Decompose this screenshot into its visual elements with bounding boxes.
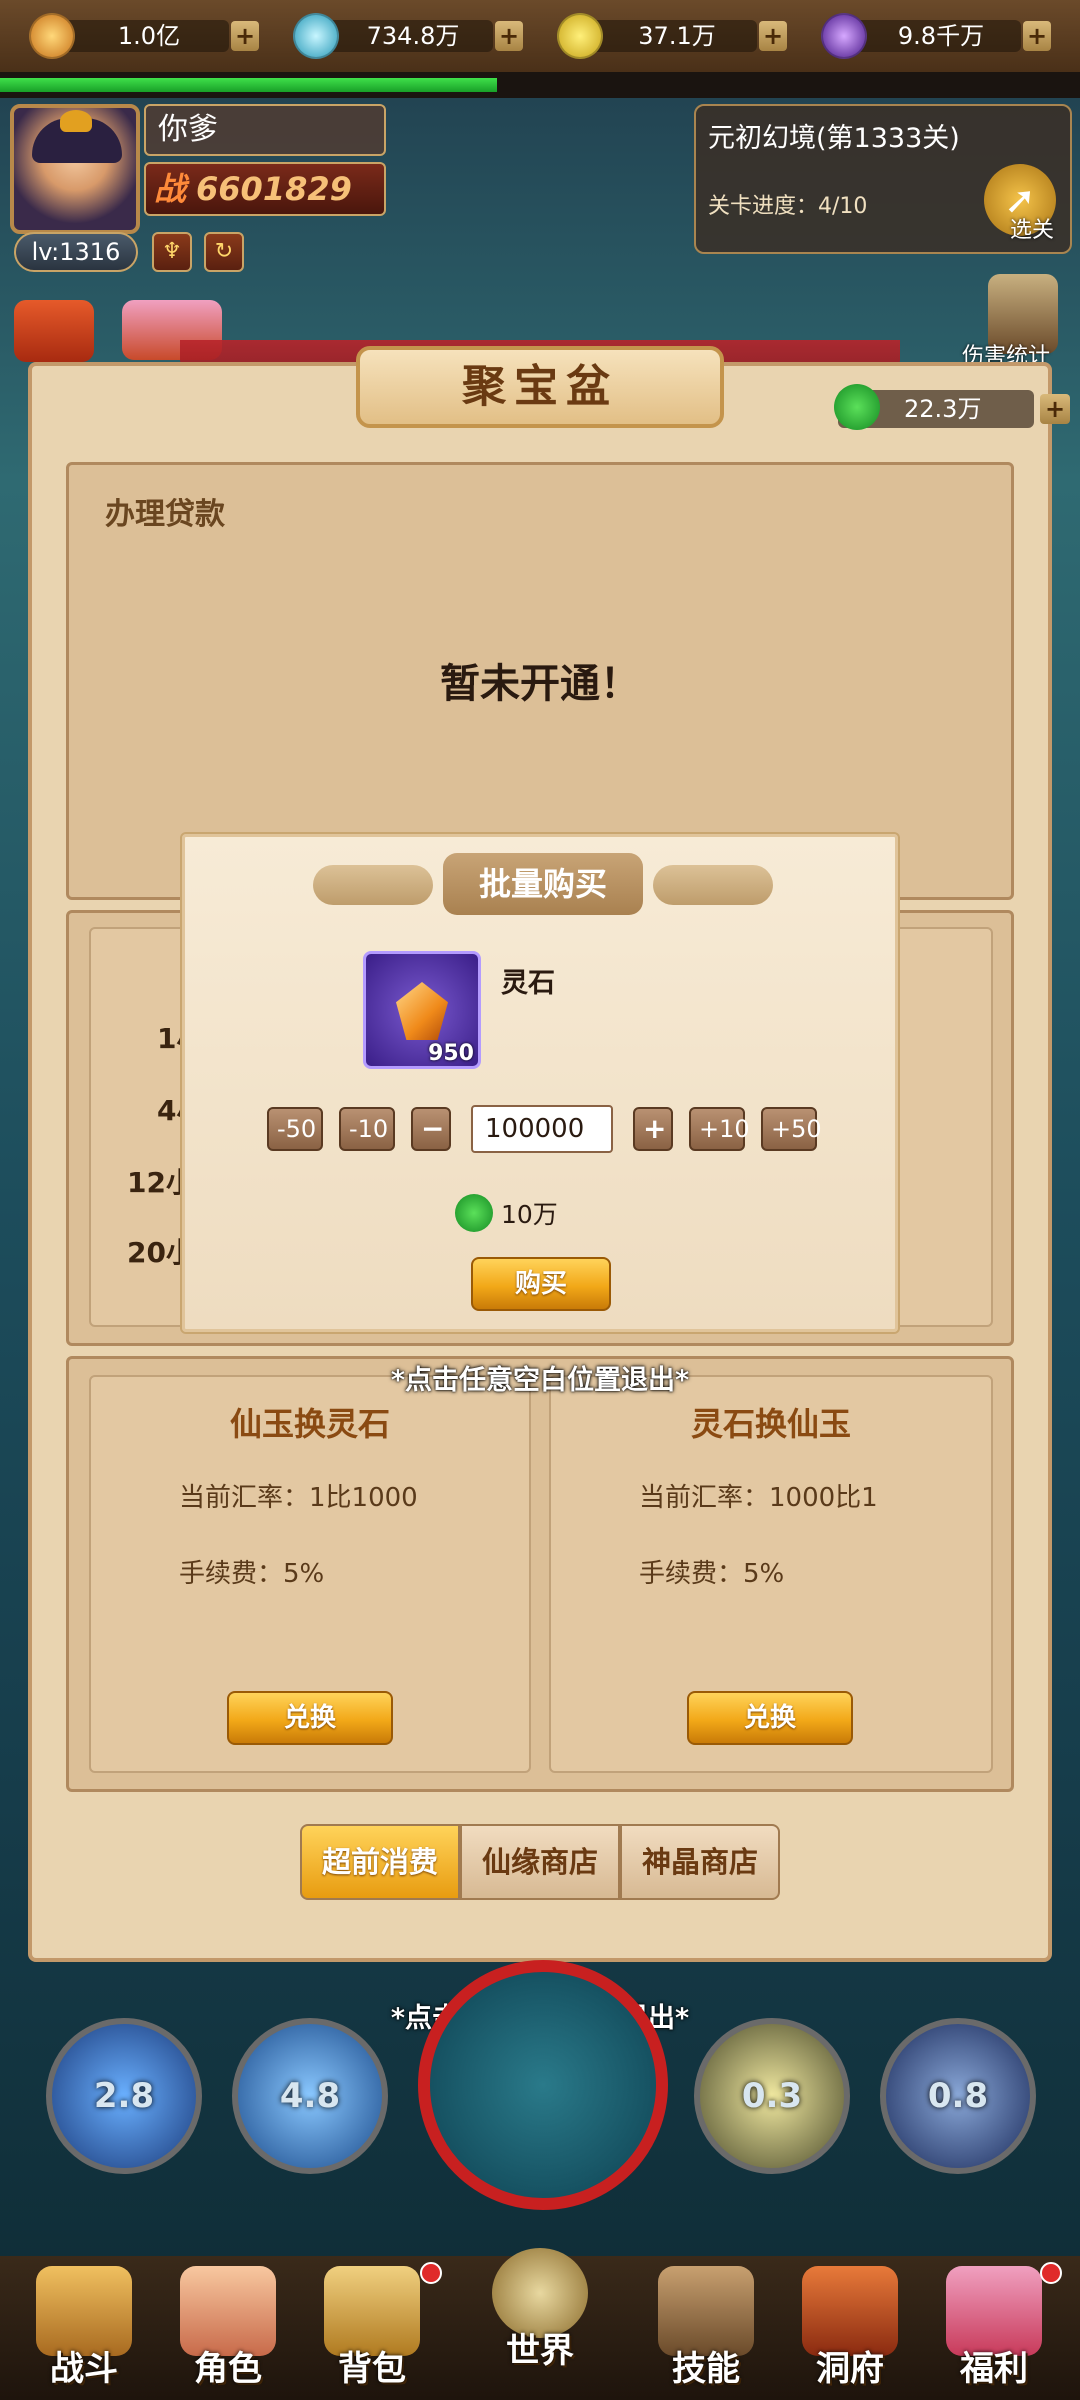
shop-tabs: 超前消费 仙缘商店 神晶商店 <box>300 1824 780 1900</box>
nav-character[interactable]: 角色 <box>158 2266 298 2396</box>
nav-welfare-label: 福利 <box>960 2349 1028 2389</box>
resource-bar: 1.0亿 + 734.8万 + 37.1万 + 9.8千万 + <box>0 0 1080 72</box>
exchange-jade-to-stone: 仙玉换灵石 当前汇率：1比1000 手续费：5% 兑换 <box>89 1375 531 1773</box>
refresh-icon: ↻ <box>214 239 234 264</box>
stage-panel: 元初幻境(第1333关) 关卡进度：4/10 ➚ 选关 <box>694 104 1072 254</box>
add-currency-button[interactable]: + <box>1040 394 1070 424</box>
dialog-title: 批量购买 <box>443 853 643 915</box>
resource-purple-value: 9.8千万 <box>841 20 1021 52</box>
tab-advance-spending[interactable]: 超前消费 <box>300 1824 460 1900</box>
gift-icon[interactable] <box>14 300 94 362</box>
nav-skills-label: 技能 <box>672 2349 740 2389</box>
exp-bar-fill <box>0 78 497 92</box>
nav-skills[interactable]: 技能 <box>636 2266 776 2396</box>
refresh-button[interactable]: ↻ <box>204 232 244 272</box>
price-row: 10万 <box>455 1193 558 1233</box>
resource-gold: 1.0亿 + <box>29 13 259 59</box>
player-name: 你爹 <box>144 104 386 156</box>
resource-spirit: 734.8万 + <box>293 13 523 59</box>
buy-button[interactable]: 购买 <box>471 1257 611 1311</box>
guild-button[interactable]: ♆ <box>152 232 192 272</box>
stage-progress: 关卡进度：4/10 <box>708 194 868 219</box>
exchange-right-title: 灵石换仙玉 <box>690 1405 851 1443</box>
purple-orb-icon <box>821 13 867 59</box>
skill-slot-3[interactable]: 0.3 <box>694 2018 850 2174</box>
nav-cave[interactable]: 洞府 <box>780 2266 920 2396</box>
panel-currency: 22.3万 + <box>834 384 1070 430</box>
plus-50-button[interactable]: +50 <box>761 1107 822 1151</box>
item-name: 灵石 <box>501 968 555 999</box>
exchange-stone-to-jade: 灵石换仙玉 当前汇率：1000比1 手续费：5% 兑换 <box>549 1375 993 1773</box>
resource-ruyi: 37.1万 + <box>557 13 787 59</box>
jade-coin-icon <box>834 384 880 430</box>
total-price: 10万 <box>501 1200 558 1229</box>
hero-portrait[interactable] <box>418 1960 668 2210</box>
skill-slot-4[interactable]: 0.8 <box>880 2018 1036 2174</box>
spirit-stone-item: 950 <box>363 951 481 1069</box>
exchange-left-fee: 手续费：5% <box>179 1559 325 1589</box>
add-spirit-button[interactable]: + <box>495 21 523 51</box>
minus-10-button[interactable]: -10 <box>339 1107 395 1151</box>
nav-battle[interactable]: 战斗 <box>14 2266 154 2396</box>
nav-world-label: 世界 <box>506 2331 574 2371</box>
spirit-orb-icon <box>293 13 339 59</box>
spirit-stone-icon <box>396 982 448 1040</box>
cloud-right-decoration <box>653 865 773 905</box>
exchange-left-rate: 当前汇率：1比1000 <box>179 1483 418 1513</box>
skill-slot-1[interactable]: 2.8 <box>46 2018 202 2174</box>
tab-crystal-shop[interactable]: 神晶商店 <box>620 1824 780 1900</box>
minus-1-button[interactable]: − <box>411 1107 451 1151</box>
avatar-crown <box>60 110 92 132</box>
panel-title: 聚宝盆 <box>356 346 724 428</box>
minus-50-button[interactable]: -50 <box>267 1107 323 1151</box>
combat-power: 战 6601829 <box>144 162 386 216</box>
bulk-buy-dialog: 批量购买 950 灵石 -50 -10 − + +10 +50 10万 购买 <box>182 834 898 1332</box>
exchange-right-rate: 当前汇率：1000比1 <box>639 1483 878 1513</box>
loan-message: 暂未开通！ <box>440 661 640 707</box>
jade-coin-icon <box>455 1194 493 1232</box>
quantity-input[interactable] <box>471 1105 613 1153</box>
bag-notification-dot <box>420 2262 442 2284</box>
nav-bag[interactable]: 背包 <box>302 2266 442 2396</box>
exit-hint-modal: *点击任意空白位置退出* <box>390 1365 690 1396</box>
plus-1-button[interactable]: + <box>633 1107 673 1151</box>
player-level: lv:1316 <box>14 232 138 272</box>
resource-ruyi-value: 37.1万 <box>577 20 757 52</box>
panel-currency-value: 22.3万 <box>904 395 982 423</box>
welfare-notification-dot <box>1040 2262 1062 2284</box>
avatar[interactable] <box>10 104 140 234</box>
nav-bag-label: 背包 <box>338 2349 406 2389</box>
gold-ingot-icon <box>29 13 75 59</box>
nav-battle-label: 战斗 <box>50 2349 118 2389</box>
resource-spirit-value: 734.8万 <box>313 20 493 52</box>
add-purple-button[interactable]: + <box>1023 21 1051 51</box>
guild-icon: ♆ <box>162 239 182 264</box>
combat-power-value: 6601829 <box>196 170 352 208</box>
nav-character-label: 角色 <box>194 2349 262 2389</box>
resource-purple: 9.8千万 + <box>821 13 1051 59</box>
ruyi-coin-icon <box>557 13 603 59</box>
exchange-left-title: 仙玉换灵石 <box>229 1405 390 1443</box>
item-count: 950 <box>428 1041 474 1066</box>
exchange-right-button[interactable]: 兑换 <box>687 1691 853 1745</box>
stage-title: 元初幻境(第1333关) <box>708 123 960 154</box>
combat-power-prefix: 战 <box>154 170 187 208</box>
add-ruyi-button[interactable]: + <box>759 21 787 51</box>
exchange-left-button[interactable]: 兑换 <box>227 1691 393 1745</box>
nav-world[interactable]: 世界 <box>470 2248 610 2378</box>
exp-bar <box>0 72 1080 98</box>
resource-gold-value: 1.0亿 <box>49 20 229 52</box>
select-stage-label: 选关 <box>1009 218 1054 243</box>
exchange-right-fee: 手续费：5% <box>639 1559 785 1589</box>
tab-fate-shop[interactable]: 仙缘商店 <box>460 1824 620 1900</box>
loan-title: 办理贷款 <box>105 497 225 532</box>
plus-10-button[interactable]: +10 <box>689 1107 750 1151</box>
nav-welfare[interactable]: 福利 <box>924 2266 1064 2396</box>
bottom-nav: 战斗 角色 背包 世界 技能 洞府 福利 <box>0 2248 1080 2400</box>
nav-cave-label: 洞府 <box>816 2349 884 2389</box>
cloud-left-decoration <box>313 865 433 905</box>
exchange-section: 仙玉换灵石 当前汇率：1比1000 手续费：5% 兑换 灵石换仙玉 当前汇率：1… <box>66 1356 1014 1792</box>
skill-slot-2[interactable]: 4.8 <box>232 2018 388 2174</box>
add-gold-button[interactable]: + <box>231 21 259 51</box>
